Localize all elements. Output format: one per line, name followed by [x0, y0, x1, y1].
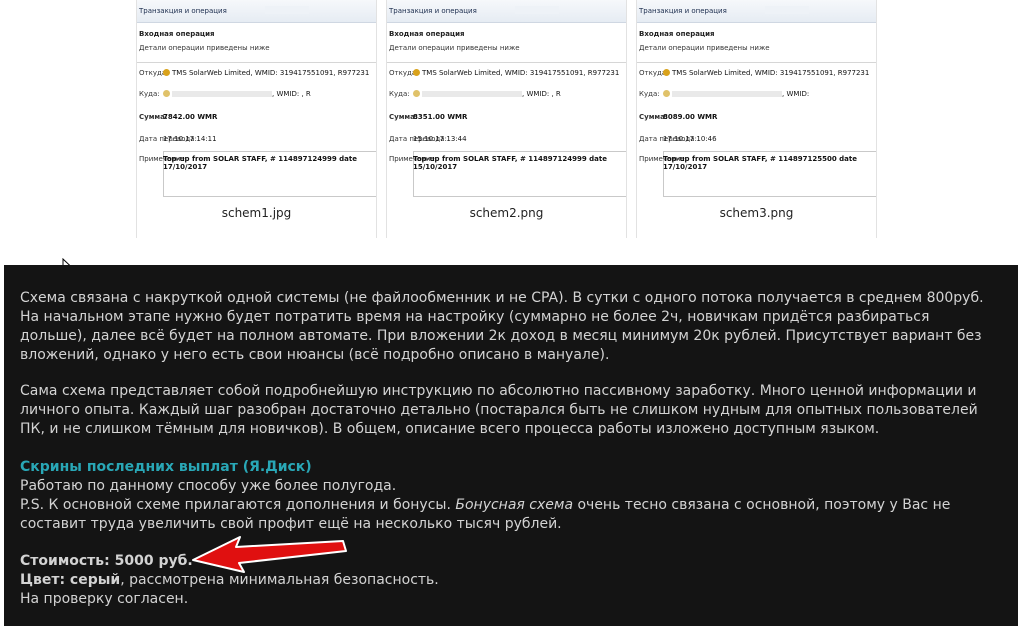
divider: [137, 62, 376, 63]
redacted-name: [172, 91, 272, 97]
date-value: 17.10.17 10:46: [663, 135, 717, 143]
wm-coin-icon: [663, 90, 670, 97]
to-label: Куда:: [639, 90, 660, 98]
payment-screenshot-2: Транзакция и операция Входная операция Д…: [387, 0, 626, 197]
attachment-thumbnail-3[interactable]: Транзакция и операция Входная операция Д…: [636, 0, 877, 238]
sum-value: 8351.00 WMR: [413, 113, 468, 121]
wm-coin-icon: [163, 69, 170, 76]
to-value: , WMID: , R: [413, 90, 561, 98]
operation-subheading: Детали операции приведены ниже: [639, 44, 770, 52]
toolbar-control: [265, 6, 309, 14]
attachment-caption[interactable]: schem1.jpg: [137, 206, 376, 220]
from-value: TMS SolarWeb Limited, WMID: 319417551091…: [413, 69, 619, 77]
sum-value: 8089.00 WMR: [663, 113, 718, 121]
window-titlebar: Транзакция и операция: [137, 0, 376, 23]
post-paragraph-3: Скрины последних выплат (Я.Диск) Работаю…: [20, 458, 995, 534]
bonus-scheme-text: Бонусная схема: [455, 497, 574, 513]
to-value: , WMID: , R: [163, 90, 311, 98]
color-label: Цвет: серый: [20, 572, 121, 588]
post-paragraph-4: Стоимость: 5000 руб. Цвет: серый, рассмо…: [20, 552, 995, 609]
date-value: 17.10.17 14:11: [163, 135, 217, 143]
operation-heading: Входная операция: [139, 30, 215, 38]
attachment-caption[interactable]: schem3.png: [637, 206, 876, 220]
operation-heading: Входная операция: [639, 30, 715, 38]
work-duration-text: Работаю по данному способу уже более пол…: [20, 478, 397, 494]
from-value: TMS SolarWeb Limited, WMID: 319417551091…: [663, 69, 869, 77]
window-title: Транзакция и операция: [639, 7, 727, 15]
color-description: , рассмотрена минимальная безопасность.: [120, 572, 439, 588]
post-paragraph-2: Сама схема представляет собой подробнейш…: [20, 383, 978, 437]
operation-subheading: Детали операции приведены ниже: [139, 44, 270, 52]
note-value: Top-up from SOLAR STAFF, # 114897124999 …: [413, 155, 607, 171]
from-value: TMS SolarWeb Limited, WMID: 319417551091…: [163, 69, 369, 77]
note-label: Примечание:: [139, 155, 187, 163]
note-value: Top-up from SOLAR STAFF, # 114897124999 …: [163, 155, 357, 171]
divider: [637, 62, 876, 63]
attachment-thumbnail-2[interactable]: Транзакция и операция Входная операция Д…: [386, 0, 627, 238]
attachment-gallery: Транзакция и операция Входная операция Д…: [136, 0, 877, 238]
window-titlebar: Транзакция и операция: [387, 0, 626, 23]
wm-coin-icon: [663, 69, 670, 76]
window-title: Транзакция и операция: [139, 7, 227, 15]
to-label: Куда:: [139, 90, 160, 98]
date-value: 15.10.17 13:44: [413, 135, 467, 143]
note-label: Примечание:: [639, 155, 687, 163]
to-value: , WMID:: [663, 90, 809, 98]
redacted-name: [672, 91, 782, 97]
window-title: Транзакция и операция: [389, 7, 477, 15]
operation-heading: Входная операция: [389, 30, 465, 38]
operation-subheading: Детали операции приведены ниже: [389, 44, 520, 52]
ps-text: P.S. К основной схеме прилагаются дополн…: [20, 497, 456, 513]
to-label: Куда:: [389, 90, 410, 98]
wm-coin-icon: [413, 69, 420, 76]
divider: [387, 62, 626, 63]
note-label: Примечание:: [389, 155, 437, 163]
price-text: Стоимость: 5000 руб.: [20, 553, 193, 569]
window-titlebar: Транзакция и операция: [637, 0, 876, 23]
payment-screenshot-3: Транзакция и операция Входная операция Д…: [637, 0, 876, 197]
redacted-name: [422, 91, 522, 97]
wm-coin-icon: [163, 90, 170, 97]
wm-coin-icon: [413, 90, 420, 97]
toolbar-control: [515, 6, 559, 14]
note-value: Top-up from SOLAR STAFF, # 114897125500 …: [663, 155, 857, 171]
check-agreement-text: На проверку согласен.: [20, 591, 189, 607]
sum-value: 7842.00 WMR: [163, 113, 218, 121]
payout-screens-link[interactable]: Скрины последних выплат (Я.Диск): [20, 459, 312, 475]
toolbar-control: [765, 6, 809, 14]
post-paragraph-1: Схема связана с накруткой одной системы …: [20, 290, 984, 363]
attachment-caption[interactable]: schem2.png: [387, 206, 626, 220]
attachment-thumbnail-1[interactable]: Транзакция и операция Входная операция Д…: [136, 0, 377, 238]
payment-screenshot-1: Транзакция и операция Входная операция Д…: [137, 0, 376, 197]
